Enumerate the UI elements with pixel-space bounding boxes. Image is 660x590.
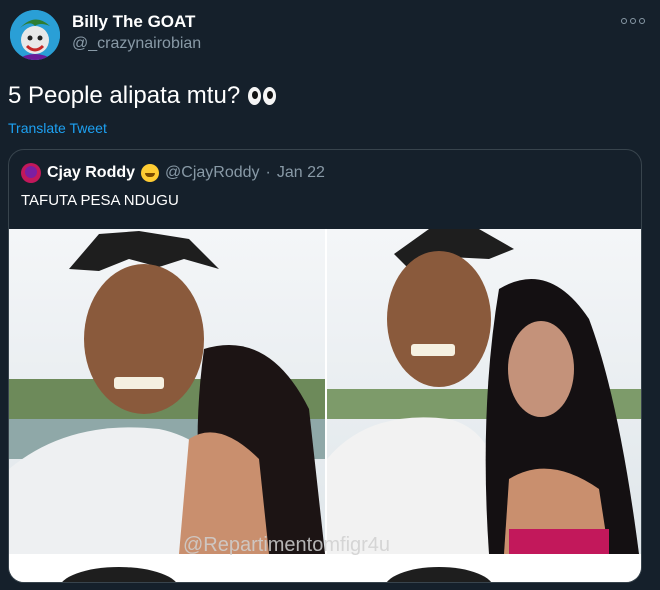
eyes-emoji-icon xyxy=(248,87,277,105)
quoted-tweet[interactable]: Cjay Roddy @CjayRoddy · Jan 22 TAFUTA PE… xyxy=(8,149,642,583)
quoted-tweet-text: TAFUTA PESA NDUGU xyxy=(21,192,179,209)
more-dot xyxy=(639,18,645,24)
quoted-author-name[interactable]: Cjay Roddy xyxy=(47,164,135,182)
grinning-face-emoji-icon xyxy=(141,164,160,182)
translate-tweet-link[interactable]: Translate Tweet xyxy=(8,120,107,136)
more-dot xyxy=(630,18,636,24)
more-options-icon[interactable] xyxy=(620,12,646,30)
joker-avatar-icon xyxy=(10,10,60,60)
quoted-tweet-image[interactable]: @Repartimentomfigr4u xyxy=(9,229,641,582)
tweet-body: 5 People alipata mtu? xyxy=(8,82,241,109)
tweet: Billy The GOAT @_crazynairobian 5 People… xyxy=(0,0,660,590)
tweet-text: 5 People alipata mtu? xyxy=(8,82,277,110)
photo-collage-image: @Repartimentomfigr4u xyxy=(9,229,641,582)
image-watermark: @Repartimentomfigr4u xyxy=(183,534,390,556)
eye-left xyxy=(248,87,262,105)
author-name[interactable]: Billy The GOAT xyxy=(72,12,195,32)
author-handle[interactable]: @_crazynairobian xyxy=(72,35,201,53)
quoted-author-avatar[interactable] xyxy=(21,163,41,183)
meta-separator: · xyxy=(265,164,271,181)
more-dot xyxy=(621,18,627,24)
quoted-author-handle[interactable]: @CjayRoddy xyxy=(165,164,260,182)
eye-right xyxy=(263,87,277,105)
quoted-date[interactable]: Jan 22 xyxy=(277,164,325,182)
author-avatar[interactable] xyxy=(10,10,60,60)
quoted-tweet-header: Cjay Roddy @CjayRoddy · Jan 22 xyxy=(21,162,325,184)
